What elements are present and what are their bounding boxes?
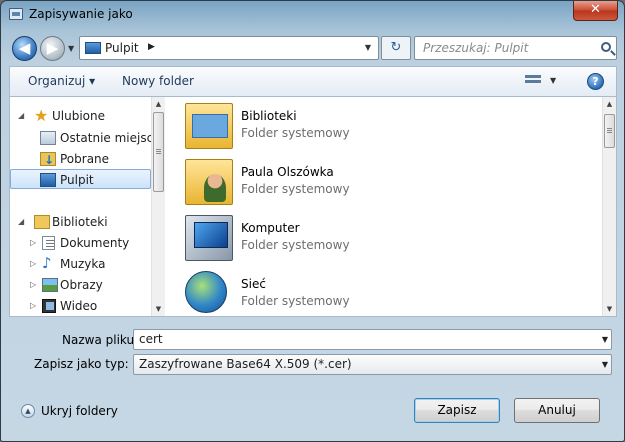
- address-bar[interactable]: Pulpit ▶ ▼: [79, 36, 379, 60]
- address-text[interactable]: Pulpit: [105, 41, 139, 55]
- sidebar-item-label: Ulubione: [52, 109, 106, 123]
- hide-folders-label[interactable]: Ukryj foldery: [41, 404, 118, 418]
- organize-button[interactable]: Organizuj ▾: [28, 74, 95, 88]
- scrollbar-thumb[interactable]: [604, 114, 615, 148]
- libraries-icon: [34, 215, 50, 229]
- filename-label: Nazwa pliku:: [62, 333, 139, 347]
- item-type: Folder systemowy: [241, 182, 350, 196]
- sidebar-item-music[interactable]: ▷ ♪ Muzyka: [10, 254, 151, 274]
- video-icon: [42, 299, 56, 313]
- filename-dropdown-icon[interactable]: ▼: [602, 330, 608, 349]
- list-item[interactable]: Paula Olszówka Folder systemowy: [185, 155, 485, 209]
- item-name: Biblioteki: [241, 109, 297, 123]
- downloads-icon: [40, 150, 56, 170]
- close-button[interactable]: ✕: [573, 1, 618, 21]
- title-bar: Zapisywanie jako ✕: [1, 1, 624, 29]
- collapse-icon[interactable]: ◢: [18, 212, 24, 232]
- expand-icon[interactable]: ▷: [30, 275, 36, 295]
- scroll-down-icon[interactable]: ▼: [152, 302, 165, 316]
- item-name: Komputer: [241, 221, 300, 235]
- sidebar-item-label: Pulpit: [60, 173, 94, 187]
- network-icon: [185, 271, 227, 313]
- sidebar-item-label: Ostatnie miejsca: [60, 131, 161, 145]
- sidebar-item-label: Obrazy: [60, 278, 103, 292]
- save-button[interactable]: Zapisz: [414, 398, 500, 423]
- browser-panes: ◢ ★ Ulubione Ostatnie miejsca Pobrane Pu…: [9, 96, 617, 317]
- item-type: Folder systemowy: [241, 126, 350, 140]
- sidebar-item-label: Biblioteki: [52, 215, 108, 229]
- navigation-pane: ◢ ★ Ulubione Ostatnie miejsca Pobrane Pu…: [10, 97, 165, 316]
- recent-places-icon: [40, 131, 56, 145]
- save-form: Nazwa pliku: cert ▼ Zapisz jako typ: Zas…: [1, 319, 624, 379]
- recent-locations-dropdown-icon[interactable]: ▼: [68, 44, 74, 53]
- file-list-scrollbar[interactable]: ▲ ▼: [602, 97, 616, 316]
- view-dropdown-icon[interactable]: ▼: [550, 76, 556, 85]
- chevron-up-icon[interactable]: ▲: [21, 404, 35, 418]
- sidebar-item-label: Dokumenty: [60, 236, 130, 250]
- cancel-button[interactable]: Anuluj: [514, 398, 600, 423]
- list-item[interactable]: Biblioteki Folder systemowy: [185, 99, 485, 153]
- sidebar-item-desktop[interactable]: Pulpit: [10, 169, 151, 189]
- sidebar-item-favorites[interactable]: ◢ ★ Ulubione: [10, 106, 151, 126]
- filetype-dropdown-icon[interactable]: ▼: [602, 355, 608, 374]
- search-input[interactable]: Przeszukaj: Pulpit: [414, 36, 617, 60]
- search-icon[interactable]: [601, 42, 611, 52]
- computer-icon: [185, 215, 233, 261]
- help-icon[interactable]: ?: [587, 73, 604, 90]
- sidebar-item-label: Muzyka: [60, 257, 106, 271]
- new-folder-button[interactable]: Nowy folder: [122, 74, 194, 88]
- window-title: Zapisywanie jako: [29, 7, 133, 21]
- sidebar-item-libraries[interactable]: ◢ Biblioteki: [10, 212, 151, 232]
- scrollbar-thumb[interactable]: [153, 112, 164, 192]
- music-icon: ♪: [42, 254, 52, 272]
- desktop-icon: [85, 42, 101, 54]
- sidebar-item-downloads[interactable]: Pobrane: [10, 149, 151, 170]
- filetype-select[interactable]: Zaszyfrowane Base64 X.509 (*.cer) ▼: [133, 354, 612, 375]
- breadcrumb-arrow-icon[interactable]: ▶: [148, 42, 155, 52]
- app-icon: [9, 8, 23, 20]
- item-name: Sieć: [241, 277, 266, 291]
- desktop-icon: [40, 173, 56, 187]
- collapse-icon[interactable]: ◢: [18, 106, 24, 126]
- filetype-label: Zapisz jako typ:: [34, 357, 129, 371]
- navigation-scrollbar[interactable]: ▲ ▼: [151, 97, 165, 316]
- pictures-icon: [42, 278, 58, 292]
- sidebar-item-label: Pobrane: [60, 152, 110, 166]
- back-button[interactable]: ◀: [12, 36, 37, 61]
- refresh-button[interactable]: ↻: [381, 36, 411, 60]
- scroll-up-icon[interactable]: ▲: [152, 97, 165, 111]
- list-item[interactable]: Sieć Folder systemowy: [185, 267, 485, 321]
- view-options-icon[interactable]: [525, 75, 541, 88]
- scroll-up-icon[interactable]: ▲: [603, 97, 616, 111]
- expand-icon[interactable]: ▷: [30, 233, 36, 253]
- sidebar-item-documents[interactable]: ▷ Dokumenty: [10, 233, 151, 253]
- libraries-icon: [185, 103, 233, 149]
- item-type: Folder systemowy: [241, 294, 350, 308]
- filename-field[interactable]: cert ▼: [133, 329, 612, 350]
- sidebar-item-pictures[interactable]: ▷ Obrazy: [10, 275, 151, 295]
- file-list: Biblioteki Folder systemowy Paula Olszów…: [165, 97, 602, 316]
- user-folder-icon: [185, 159, 233, 205]
- command-toolbar: Organizuj ▾ Nowy folder ▼ ?: [9, 66, 617, 96]
- list-item[interactable]: Komputer Folder systemowy: [185, 211, 485, 265]
- expand-icon[interactable]: ▷: [30, 254, 36, 274]
- filename-value[interactable]: cert: [139, 332, 163, 346]
- sidebar-item-video[interactable]: ▷ Wideo: [10, 296, 151, 316]
- scroll-down-icon[interactable]: ▼: [603, 302, 616, 316]
- filetype-value[interactable]: Zaszyfrowane Base64 X.509 (*.cer): [139, 357, 352, 371]
- search-placeholder: Przeszukaj: Pulpit: [423, 41, 529, 55]
- address-dropdown-icon[interactable]: ▼: [359, 38, 377, 58]
- forward-button[interactable]: ▶: [40, 36, 65, 61]
- expand-icon[interactable]: ▷: [30, 296, 36, 316]
- sidebar-item-recent-places[interactable]: Ostatnie miejsca: [10, 128, 161, 148]
- star-icon: ★: [34, 106, 49, 125]
- item-type: Folder systemowy: [241, 238, 350, 252]
- navigation-bar: ◀ ▶ ▼ Pulpit ▶ ▼ ↻ Przeszukaj: Pulpit: [1, 33, 624, 63]
- save-as-dialog: Zapisywanie jako ✕ ◀ ▶ ▼ Pulpit ▶ ▼ ↻ Pr…: [0, 0, 625, 442]
- item-name: Paula Olszówka: [241, 165, 334, 179]
- documents-icon: [42, 236, 55, 250]
- sidebar-item-label: Wideo: [60, 299, 98, 313]
